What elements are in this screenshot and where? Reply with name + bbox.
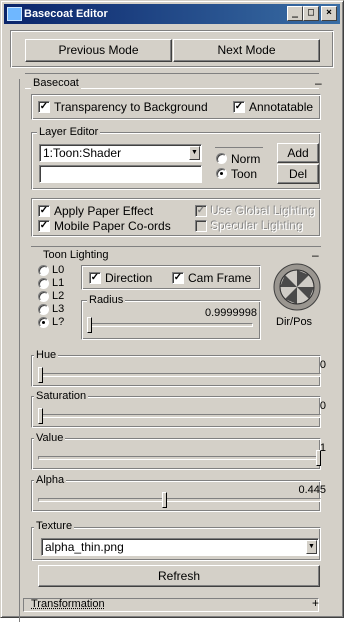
transformation-expand-button[interactable]: + — [312, 596, 319, 610]
layer-editor-title: Layer Editor — [37, 126, 100, 138]
cam-frame-label: Cam Frame — [188, 271, 251, 285]
value-value: 1 — [241, 442, 326, 454]
light-radio[interactable] — [38, 304, 49, 315]
texture-select[interactable]: alpha_thin.png — [41, 538, 319, 556]
previous-mode-button[interactable]: Previous Mode — [25, 39, 172, 62]
window-title: Basecoat Editor — [24, 8, 108, 20]
radio-divider — [215, 147, 263, 148]
transparency-checkbox[interactable]: ✓ — [38, 101, 50, 113]
value-label: Value — [34, 432, 65, 444]
next-mode-button[interactable]: Next Mode — [173, 39, 320, 62]
global-lighting-label: Use Global Lighting — [211, 204, 316, 218]
layer-select[interactable]: 1:Toon:Shader — [39, 144, 202, 162]
light-radio-label: L0 — [52, 264, 64, 276]
light-radio[interactable] — [38, 265, 49, 276]
hue-slider-track[interactable] — [38, 373, 321, 377]
basecoat-collapse-button[interactable]: – — [315, 76, 322, 90]
title-bar[interactable]: Basecoat Editor _ □ × — [4, 4, 340, 24]
saturation-value: 0 — [241, 400, 326, 412]
norm-label: Norm — [231, 152, 260, 166]
saturation-slider-thumb[interactable] — [38, 408, 43, 424]
light-radio-label: L3 — [52, 303, 64, 315]
specular-lighting-label: Specular Lighting — [211, 219, 304, 233]
basecoat-editor-window: Basecoat Editor _ □ × Previous Mode Next… — [0, 0, 344, 618]
alpha-label: Alpha — [34, 474, 66, 486]
annotatable-label: Annotatable — [249, 100, 313, 114]
light-radio-label: L? — [52, 316, 64, 328]
toon-radio[interactable] — [216, 168, 227, 179]
texture-dropdown-button[interactable]: ▼ — [306, 540, 317, 554]
transparency-label: Transparency to Background — [54, 100, 208, 114]
radius-slider-thumb[interactable] — [87, 317, 92, 333]
hue-slider-thumb[interactable] — [38, 367, 43, 383]
cam-frame-checkbox[interactable]: ✓ — [172, 272, 184, 284]
radius-slider-track[interactable] — [87, 323, 253, 327]
layer-name-input[interactable] — [39, 165, 202, 183]
toon-lighting-title: Toon Lighting — [41, 249, 110, 261]
texture-title: Texture — [34, 520, 74, 532]
basecoat-left-edge — [19, 79, 22, 622]
hue-value: 0 — [241, 359, 326, 371]
light-radio-label: L1 — [52, 277, 64, 289]
radius-value: 0.9999998 — [181, 307, 257, 319]
radius-title: Radius — [87, 294, 125, 306]
apply-paper-label: Apply Paper Effect — [54, 204, 153, 218]
close-button[interactable]: × — [321, 6, 337, 21]
dirpos-label: Dir/Pos — [276, 316, 312, 328]
layer-dropdown-button[interactable]: ▼ — [189, 146, 200, 160]
specular-lighting-checkbox — [195, 220, 207, 232]
radius-group — [81, 300, 261, 340]
annotatable-checkbox[interactable]: ✓ — [233, 101, 245, 113]
direction-label: Direction — [105, 271, 152, 285]
apply-paper-checkbox[interactable]: ✓ — [38, 205, 50, 217]
saturation-label: Saturation — [34, 390, 88, 402]
value-slider-thumb[interactable] — [316, 450, 321, 466]
light-radio[interactable] — [38, 278, 49, 289]
add-layer-button[interactable]: Add — [277, 143, 319, 163]
global-lighting-checkbox: ✓ — [195, 205, 207, 217]
basecoat-title: Basecoat — [31, 77, 81, 89]
light-direction-dial-icon[interactable] — [273, 263, 321, 311]
direction-checkbox[interactable]: ✓ — [89, 272, 101, 284]
refresh-button[interactable]: Refresh — [38, 565, 320, 587]
mobile-paper-label: Mobile Paper Co-ords — [54, 219, 171, 233]
light-radio-label: L2 — [52, 290, 64, 302]
alpha-value: 0.445 — [241, 484, 326, 496]
toon-lighting-collapse-button[interactable]: – — [312, 248, 319, 262]
maximize-button[interactable]: □ — [303, 6, 319, 21]
norm-radio[interactable] — [216, 153, 227, 164]
mobile-paper-checkbox[interactable]: ✓ — [38, 220, 50, 232]
app-icon[interactable] — [7, 7, 22, 21]
saturation-slider-track[interactable] — [38, 414, 321, 418]
toon-label: Toon — [231, 167, 257, 181]
transformation-title: Transformation — [31, 598, 105, 610]
light-radio[interactable] — [38, 317, 49, 328]
hue-label: Hue — [34, 349, 58, 361]
value-slider-track[interactable] — [38, 456, 321, 460]
alpha-slider-track[interactable] — [38, 498, 321, 502]
light-radio[interactable] — [38, 291, 49, 302]
minimize-button[interactable]: _ — [287, 6, 303, 21]
delete-layer-button[interactable]: Del — [277, 164, 319, 184]
alpha-slider-thumb[interactable] — [162, 492, 167, 508]
